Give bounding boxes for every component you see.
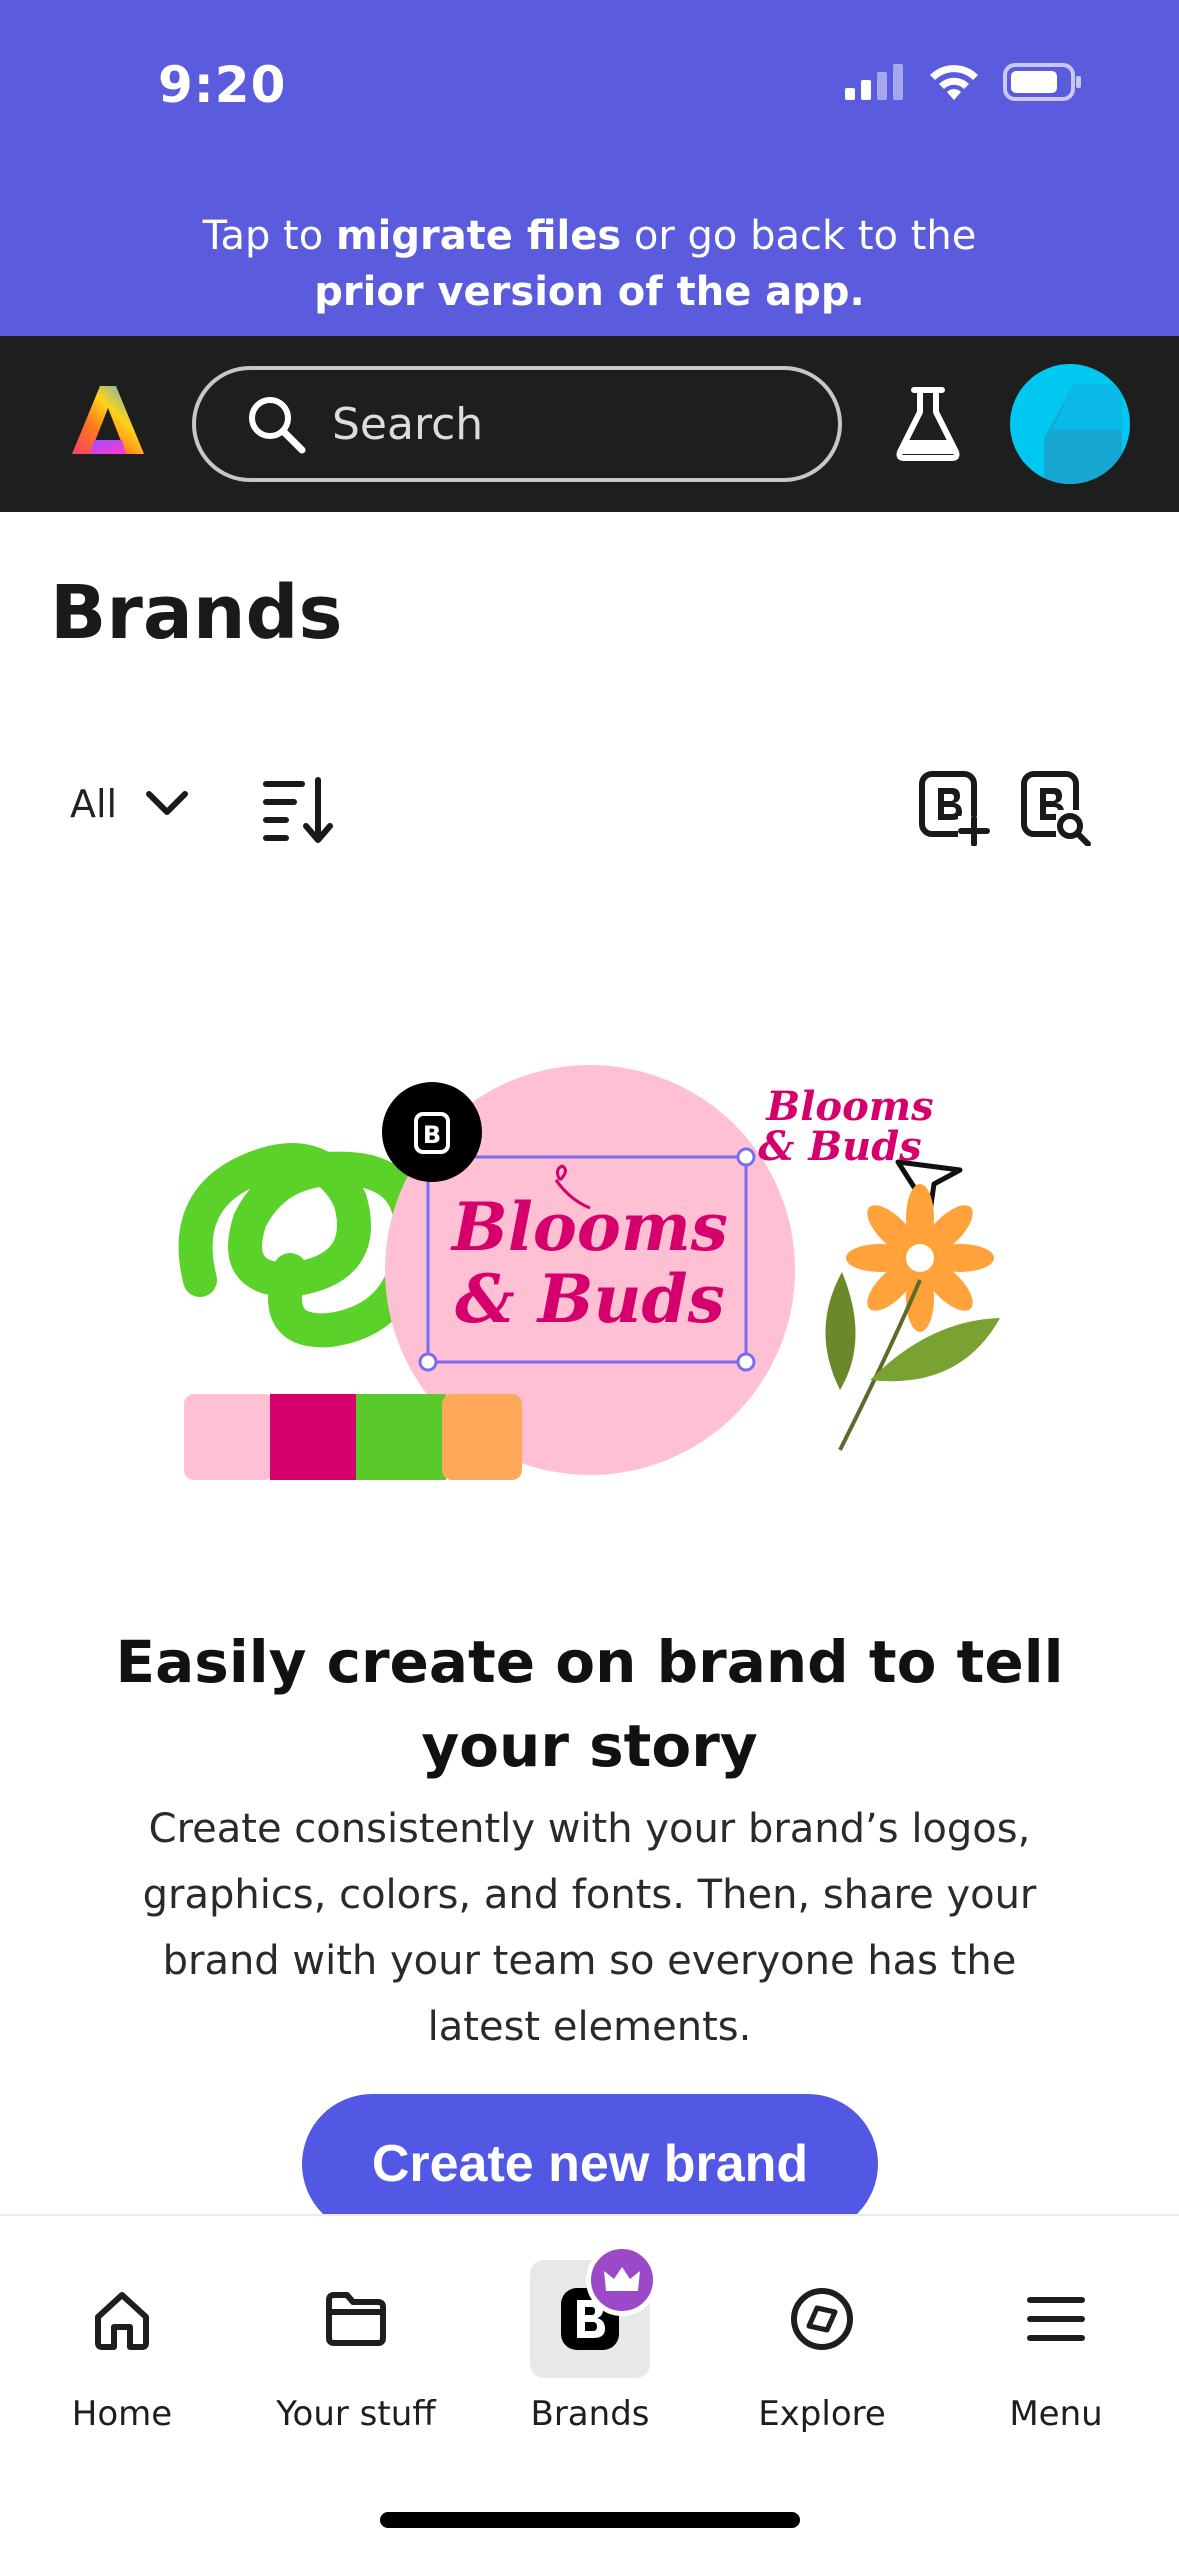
nav-label-menu: Menu [1009, 2394, 1103, 2434]
search-bar[interactable]: Search [192, 366, 842, 482]
status-time: 9:20 [158, 56, 287, 114]
nav-label-brands: Brands [530, 2394, 650, 2434]
empty-state-body: Create consistently with your brand’s lo… [142, 1806, 1037, 2050]
prior-version-link[interactable]: prior version of the app. [314, 269, 864, 315]
avatar-graphic [1044, 384, 1122, 484]
page-title: Brands [50, 570, 343, 656]
toolbar: All [0, 770, 1179, 850]
orange-flower [846, 1184, 994, 1332]
add-brand-icon[interactable] [918, 770, 990, 846]
sort-icon[interactable] [262, 774, 334, 846]
filter-label: All [70, 782, 118, 826]
folder-icon [326, 2292, 386, 2346]
premium-crown-badge [586, 2244, 658, 2316]
nav-item-menu[interactable]: Menu [956, 2246, 1156, 2446]
search-brand-icon[interactable] [1020, 770, 1092, 846]
search-icon [249, 397, 306, 454]
filter-dropdown[interactable]: All [70, 782, 189, 826]
nav-label-explore: Explore [758, 2394, 886, 2434]
battery-icon [1003, 63, 1081, 101]
brand-badge-letter: B [423, 1121, 441, 1149]
nav-item-explore[interactable]: Explore [722, 2246, 922, 2446]
empty-state-title: Easily create on brand to tell your stor… [115, 1628, 1064, 1780]
green-swirl [178, 1143, 429, 1348]
adobe-express-logo[interactable] [70, 382, 146, 458]
nav-item-your-stuff[interactable]: Your stuff [256, 2246, 456, 2446]
logo-text-line1: Blooms [450, 1188, 728, 1266]
logo-text-line2: & Buds [455, 1260, 725, 1338]
leaf-left [825, 1272, 856, 1390]
nav-label-home: Home [71, 2394, 173, 2434]
status-icons [845, 62, 1083, 102]
app-bar: Search [0, 336, 1179, 512]
brand-illustration: Blooms & Buds B Blooms & Buds [178, 1065, 1000, 1480]
create-new-brand-button[interactable]: Create new brand [302, 2094, 878, 2234]
color-palette [184, 1394, 522, 1480]
banner-message[interactable]: Tap to migrate files or go back to the p… [0, 208, 1179, 320]
compass-icon [791, 2288, 853, 2350]
home-icon [95, 2292, 149, 2350]
crown-icon [604, 2267, 640, 2291]
wifi-icon [930, 65, 978, 100]
search-placeholder: Search [332, 398, 484, 450]
chevron-down-icon [146, 791, 189, 815]
migration-banner[interactable]: 9:20 Tap to migrate files or go back to … [0, 0, 1179, 336]
migrate-files-link[interactable]: migrate files [336, 213, 621, 259]
cellular-signal-icon [845, 64, 903, 100]
home-indicator[interactable] [380, 2512, 800, 2528]
nav-label-your-stuff: Your stuff [276, 2394, 436, 2434]
beaker-icon[interactable] [894, 386, 962, 462]
nav-item-home[interactable]: Home [22, 2246, 222, 2446]
menu-icon [1027, 2297, 1085, 2341]
avatar[interactable] [1010, 364, 1130, 484]
